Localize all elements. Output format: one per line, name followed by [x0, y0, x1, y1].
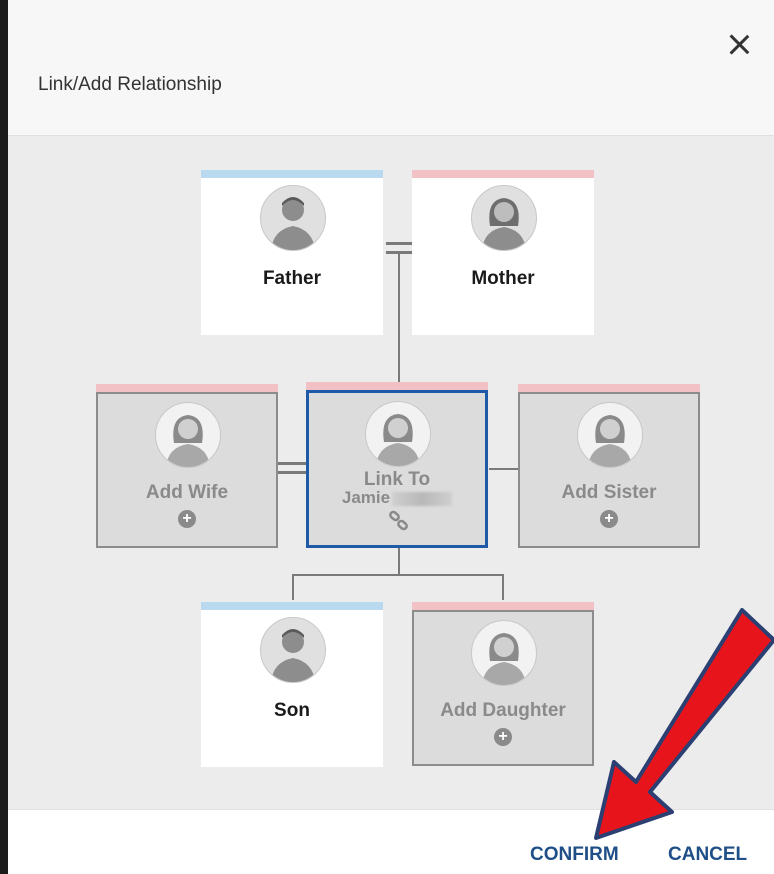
female-avatar-icon [365, 401, 431, 467]
close-icon[interactable] [722, 28, 756, 62]
add-wife-label: Add Wife [145, 482, 229, 503]
confirm-button[interactable]: CONFIRM [530, 844, 619, 866]
self-name-label: Jamie [309, 488, 485, 508]
cancel-button[interactable]: CANCEL [668, 844, 747, 866]
gender-bar [201, 602, 383, 610]
son-drop-line [292, 574, 294, 600]
plus-circle-icon[interactable]: + [600, 510, 618, 528]
add-sister-label: Add Sister [561, 482, 657, 503]
daughter-drop-line [502, 574, 504, 600]
sibling-connector [489, 468, 519, 470]
link-to-self-card[interactable]: Link To Jamie [306, 382, 488, 548]
redacted-name [392, 491, 453, 506]
male-avatar-icon [260, 185, 326, 251]
son-label: Son [274, 700, 310, 721]
add-sister-card[interactable]: Add Sister + [518, 384, 700, 548]
link-add-relationship-dialog: Link/Add Relationship Father Mother Add … [8, 0, 774, 874]
plus-circle-icon[interactable]: + [178, 510, 196, 528]
dialog-header: Link/Add Relationship [8, 0, 774, 136]
gender-bar [306, 382, 488, 390]
link-icon[interactable] [387, 509, 411, 533]
female-avatar-icon [155, 402, 221, 468]
gender-bar [201, 170, 383, 178]
spouse-connector-bottom [278, 471, 308, 474]
mother-label: Mother [471, 268, 535, 289]
female-avatar-icon [471, 185, 537, 251]
gender-bar [96, 384, 278, 392]
son-card[interactable]: Son [201, 602, 383, 767]
plus-circle-icon[interactable]: + [494, 728, 512, 746]
male-avatar-icon [260, 617, 326, 683]
spouse-connector-top [278, 462, 308, 465]
gender-bar [412, 602, 594, 610]
gender-bar [412, 170, 594, 178]
self-name-text: Jamie [341, 488, 391, 507]
mother-card[interactable]: Mother [412, 170, 594, 335]
gender-bar [518, 384, 700, 392]
dialog-title: Link/Add Relationship [38, 74, 222, 95]
add-daughter-label: Add Daughter [440, 700, 566, 721]
dialog-footer: CONFIRM CANCEL [8, 809, 774, 874]
female-avatar-icon [577, 402, 643, 468]
family-tree: Father Mother Add Wife + Link To Jamie A… [8, 136, 774, 809]
female-avatar-icon [471, 620, 537, 686]
parents-to-self-line [398, 254, 400, 390]
self-to-children-line [398, 546, 400, 574]
add-wife-card[interactable]: Add Wife + [96, 384, 278, 548]
father-card[interactable]: Father [201, 170, 383, 335]
parents-connector-top [386, 242, 412, 245]
add-daughter-card[interactable]: Add Daughter + [412, 602, 594, 766]
children-horizontal-line [292, 574, 504, 576]
father-label: Father [262, 268, 322, 289]
